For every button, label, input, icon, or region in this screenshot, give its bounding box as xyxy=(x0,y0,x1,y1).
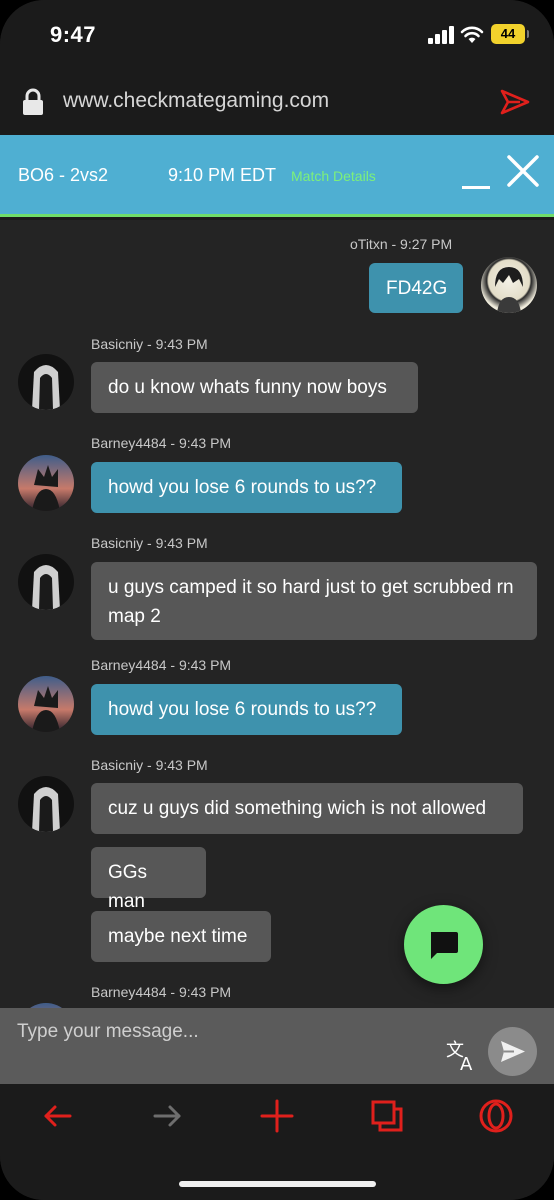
avatar[interactable] xyxy=(18,554,74,610)
match-details-link[interactable]: Match Details xyxy=(291,168,376,184)
avatar[interactable] xyxy=(18,776,74,832)
chat-header: BO6 - 2vs2 9:10 PM EDT Match Details xyxy=(0,135,554,217)
message-bubble: do u know whats funny now boys xyxy=(91,362,418,413)
message-meta: Barney4484 - 9:43 PM xyxy=(91,657,232,673)
status-bar: 9:47 44 xyxy=(0,0,554,72)
avatar[interactable] xyxy=(18,354,74,410)
message-bubble: cuz u guys did something wich is not all… xyxy=(91,783,523,834)
message-list[interactable]: oTitxn - 9:27 PM FD42G Basicniy - 9:43 P… xyxy=(0,220,554,1008)
message-bubble: u guys camped it so hard just to get scr… xyxy=(91,562,537,640)
wifi-icon xyxy=(460,26,484,43)
lock-icon xyxy=(23,88,43,115)
minimize-icon[interactable] xyxy=(460,157,492,191)
message-bubble: maybe next time xyxy=(91,911,271,962)
avatar[interactable] xyxy=(18,676,74,732)
message-meta: Basicniy - 9:43 PM xyxy=(91,535,208,551)
message-meta: Basicniy - 9:43 PM xyxy=(91,336,208,352)
url-text[interactable]: www.checkmategaming.com xyxy=(63,89,329,113)
message-input[interactable]: Type your message... xyxy=(17,1021,199,1043)
match-game-mode: BO6 - 2vs2 xyxy=(18,165,109,185)
url-bar[interactable]: www.checkmategaming.com xyxy=(0,72,554,136)
chat-fab-button[interactable] xyxy=(404,905,483,984)
message-bubble: howd you lose 6 rounds to us?? xyxy=(91,462,402,513)
plus-icon[interactable] xyxy=(259,1098,295,1134)
home-indicator[interactable] xyxy=(179,1181,376,1187)
translate-icon[interactable]: 文 A xyxy=(446,1038,480,1072)
match-time: 9:10 PM EDT xyxy=(168,165,277,185)
avatar[interactable] xyxy=(18,455,74,511)
message-bubble: howd you lose 6 rounds to us?? xyxy=(91,684,402,735)
battery-level: 44 xyxy=(500,26,516,41)
message-meta: Basicniy - 9:43 PM xyxy=(91,757,208,773)
message-meta: Barney4484 - 9:43 PM xyxy=(91,435,232,451)
message-meta: Barney4484 - 9:43 PM xyxy=(91,984,232,1000)
avatar[interactable] xyxy=(481,257,537,313)
opera-icon[interactable] xyxy=(478,1098,514,1134)
phone-screen: 9:47 44 www.checkmategaming.com BO6 - 2v… xyxy=(0,0,554,1200)
clock: 9:47 xyxy=(50,22,97,47)
svg-text:A: A xyxy=(460,1054,473,1072)
close-icon[interactable] xyxy=(505,153,541,189)
send-arrow-icon[interactable] xyxy=(500,88,530,116)
message-bubble: GGs man xyxy=(91,847,206,912)
message-composer: Type your message... 文 A xyxy=(0,1008,554,1084)
battery-charging-icon: 44 xyxy=(491,24,529,44)
message-bubble: FD42G xyxy=(369,263,463,313)
send-button[interactable] xyxy=(488,1027,537,1076)
back-arrow-icon[interactable] xyxy=(40,1098,76,1134)
send-icon xyxy=(501,1041,525,1062)
forward-arrow-icon[interactable] xyxy=(149,1098,185,1134)
cellular-signal-icon xyxy=(428,26,454,44)
chat-bubble-icon xyxy=(431,932,458,959)
tabs-icon[interactable] xyxy=(369,1098,405,1134)
message-meta: oTitxn - 9:27 PM xyxy=(350,236,453,252)
